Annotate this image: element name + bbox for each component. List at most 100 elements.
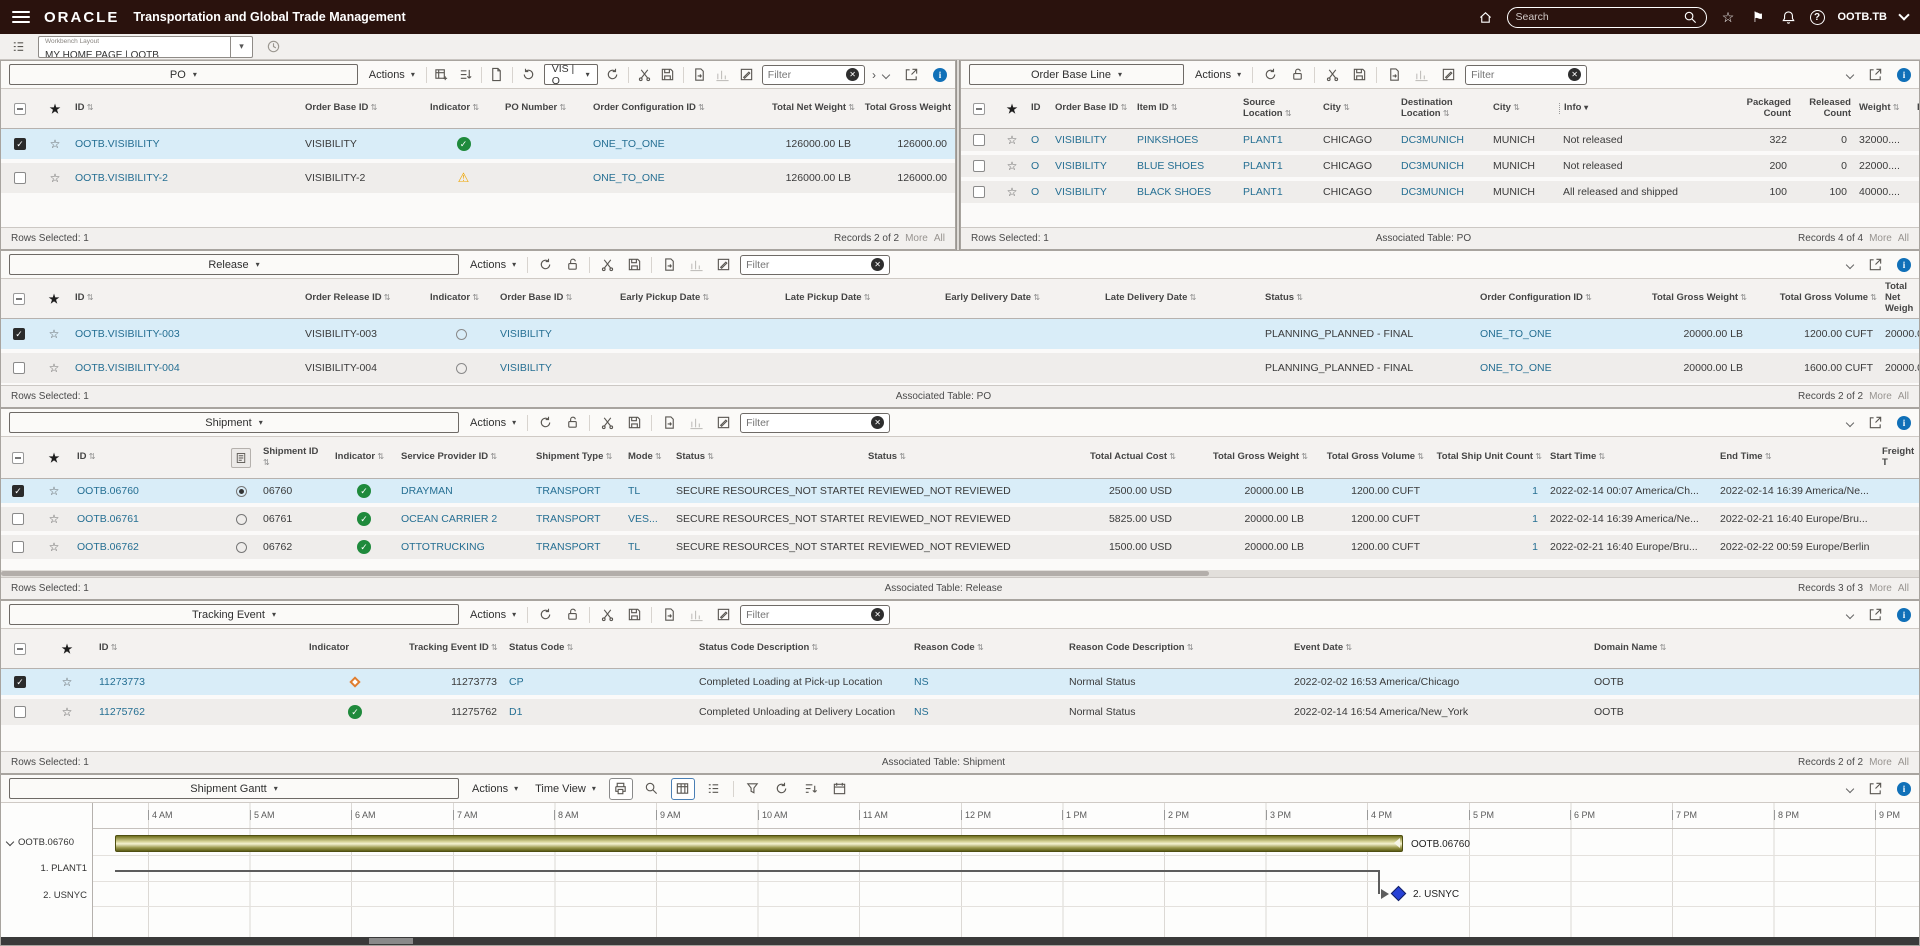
source-location-link[interactable]: PLANT1 xyxy=(1239,160,1319,172)
table-row[interactable]: ☆ OOTB.VISIBILITY-004 VISIBILITY-004 VIS… xyxy=(1,353,1919,385)
column-header[interactable]: Status Code Description xyxy=(695,643,910,654)
column-header[interactable]: Mode xyxy=(624,452,672,463)
more-link[interactable]: More xyxy=(1869,391,1892,402)
gantt-select-radio[interactable] xyxy=(235,485,247,497)
favorite-star-icon[interactable]: ☆ xyxy=(1007,133,1018,147)
cell-ship-unit-count[interactable]: 1 xyxy=(1428,541,1546,553)
column-header[interactable]: City xyxy=(1319,103,1397,114)
global-search[interactable] xyxy=(1506,6,1707,28)
search-input[interactable] xyxy=(1515,11,1677,23)
gantt-shipment-label[interactable]: OOTB.06760 xyxy=(5,837,74,848)
all-link[interactable]: All xyxy=(934,233,945,244)
column-header[interactable]: Reason Code xyxy=(910,643,1065,654)
lock-icon[interactable] xyxy=(562,413,582,433)
column-header[interactable]: Total Ship Unit Count xyxy=(1428,452,1546,463)
order-config-link[interactable]: ONE_TO_ONE xyxy=(589,172,719,184)
favorite-star-icon[interactable]: ☆ xyxy=(50,137,61,151)
schedule-icon[interactable] xyxy=(830,779,850,799)
save-icon[interactable] xyxy=(1349,65,1369,85)
row-checkbox[interactable]: ✓ xyxy=(12,485,24,497)
row-checkbox[interactable]: ✓ xyxy=(14,138,26,150)
save-icon[interactable] xyxy=(624,413,644,433)
column-header[interactable]: Status xyxy=(672,452,864,463)
gantt-view-icon[interactable] xyxy=(670,777,695,800)
column-header[interactable]: Total Net Weight xyxy=(719,103,859,114)
gantt-horizontal-scrollbar[interactable] xyxy=(1,937,1919,945)
refresh-icon[interactable] xyxy=(605,65,622,85)
favorite-star-icon[interactable]: ☆ xyxy=(49,484,60,498)
workbench-layouts-icon[interactable] xyxy=(8,37,28,57)
new-document-icon[interactable] xyxy=(489,65,506,85)
gantt-shipment-bar[interactable] xyxy=(115,835,1403,852)
popout-icon[interactable] xyxy=(1865,605,1885,625)
mode-link[interactable]: TL xyxy=(624,485,672,497)
favorite-star-icon[interactable]: ☆ xyxy=(1007,185,1018,199)
export-icon[interactable] xyxy=(659,605,679,625)
shipment-panel-selector[interactable]: Shipment ▾ xyxy=(9,412,459,433)
item-link[interactable]: BLACK SHOES xyxy=(1133,186,1239,198)
tracking-actions-menu[interactable]: Actions ▾ xyxy=(466,609,520,621)
lock-icon[interactable] xyxy=(562,255,582,275)
column-header[interactable]: Order Configuration ID xyxy=(589,103,719,114)
column-header[interactable]: Total Actual Cost xyxy=(1052,452,1180,463)
lock-icon[interactable] xyxy=(562,605,582,625)
destination-location-link[interactable]: DC3MUNICH xyxy=(1397,160,1489,172)
export-icon[interactable] xyxy=(659,413,679,433)
row-checkbox[interactable] xyxy=(973,160,985,172)
table-row[interactable]: ✓ ☆ OOTB.VISIBILITY-003 VISIBILITY-003 V… xyxy=(1,319,1919,353)
lock-icon[interactable] xyxy=(1287,65,1307,85)
column-header[interactable]: Item ID xyxy=(1133,103,1239,114)
item-link[interactable]: BLUE SHOES xyxy=(1133,160,1239,172)
save-icon[interactable] xyxy=(624,605,644,625)
po-panel-selector[interactable]: PO ▾ xyxy=(9,64,358,85)
obl-actions-menu[interactable]: Actions ▾ xyxy=(1191,69,1245,81)
flag-icon[interactable]: ⚑ xyxy=(1750,9,1767,26)
column-header[interactable]: Early Delivery Date xyxy=(941,293,1101,304)
column-header[interactable]: Status xyxy=(864,452,1052,463)
column-header[interactable]: Order Configuration ID xyxy=(1476,293,1616,304)
shipment-id-link[interactable]: OOTB.06762 xyxy=(73,541,223,553)
release-id-link[interactable]: OOTB.VISIBILITY-003 xyxy=(71,328,301,340)
tracking-filter-input[interactable] xyxy=(746,608,868,621)
column-header[interactable]: Reason Code Description xyxy=(1065,643,1290,654)
column-header[interactable]: Released Count xyxy=(1795,98,1855,120)
column-header[interactable]: ID xyxy=(95,643,305,654)
filter-clear-icon[interactable]: ✕ xyxy=(846,68,860,81)
info-icon[interactable]: i xyxy=(1897,67,1911,82)
column-header[interactable]: Status xyxy=(1261,293,1476,304)
edit-icon[interactable] xyxy=(713,605,733,625)
print-icon[interactable] xyxy=(608,777,633,800)
sort-icon[interactable] xyxy=(801,779,821,799)
favorite-star-icon[interactable]: ☆ xyxy=(50,171,61,185)
cell-ship-unit-count[interactable]: 1 xyxy=(1428,513,1546,525)
filter-clear-icon[interactable]: ✕ xyxy=(871,258,885,271)
tracking-event-id-link[interactable]: 11273773 xyxy=(95,676,305,688)
order-config-link[interactable]: ONE_TO_ONE xyxy=(589,138,719,150)
select-all-checkbox[interactable] xyxy=(12,451,24,464)
order-base-link[interactable]: VISIBILITY xyxy=(1051,134,1133,146)
row-checkbox[interactable] xyxy=(14,172,26,184)
add-to-workset-icon[interactable] xyxy=(434,65,451,85)
popout-icon[interactable] xyxy=(1865,65,1885,85)
save-icon[interactable] xyxy=(624,255,644,275)
popout-icon[interactable] xyxy=(1865,779,1885,799)
refresh-icon[interactable] xyxy=(1260,65,1280,85)
obl-id-link[interactable]: O xyxy=(1027,186,1051,198)
shipment-filter[interactable]: ✕ xyxy=(740,412,891,433)
column-header[interactable]: City xyxy=(1489,103,1559,114)
column-header[interactable]: Order Base ID xyxy=(1051,103,1133,114)
column-header[interactable]: Start Time xyxy=(1546,452,1716,463)
obl-panel-selector[interactable]: Order Base Line ▾ xyxy=(969,64,1184,85)
more-link[interactable]: More xyxy=(905,233,928,244)
edit-icon[interactable] xyxy=(713,413,733,433)
table-row[interactable]: ✓ ☆ 11273773 11273773 CP Completed Loadi… xyxy=(1,669,1919,699)
cut-icon[interactable] xyxy=(636,65,653,85)
cut-icon[interactable] xyxy=(597,255,617,275)
username[interactable]: OOTB.TB xyxy=(1838,11,1888,23)
order-config-link[interactable]: ONE_TO_ONE xyxy=(1476,328,1616,340)
column-header[interactable]: Total Gross Volume xyxy=(1751,293,1881,304)
column-header[interactable]: Info ▾ xyxy=(1559,103,1731,114)
destination-location-link[interactable]: DC3MUNICH xyxy=(1397,186,1489,198)
filter-clear-icon[interactable]: ✕ xyxy=(1568,68,1582,81)
column-header[interactable]: ID xyxy=(71,103,301,114)
